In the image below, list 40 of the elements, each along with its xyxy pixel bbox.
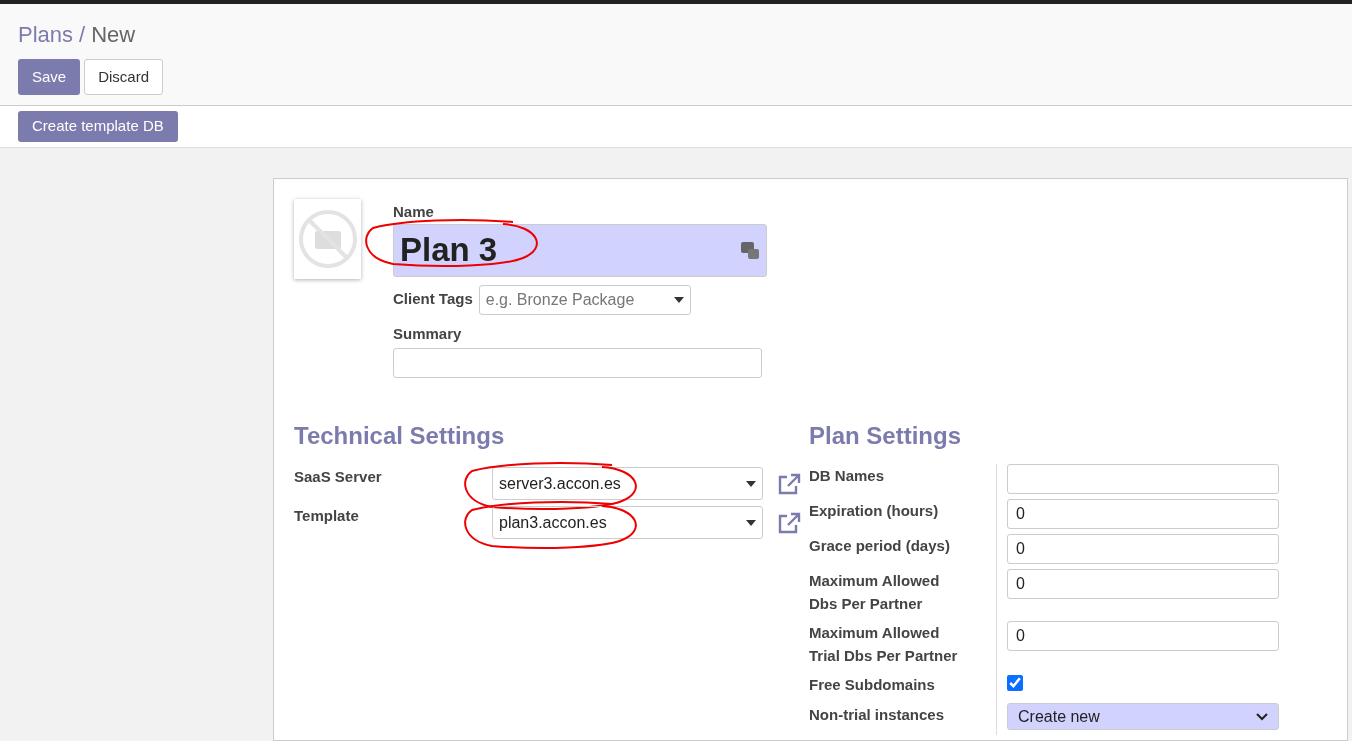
translate-icon[interactable] bbox=[740, 240, 760, 260]
discard-button[interactable]: Discard bbox=[84, 59, 164, 95]
field-label: DB Names bbox=[809, 464, 997, 499]
field-label: Free Subdomains bbox=[809, 673, 997, 703]
field-label: Expiration (hours) bbox=[809, 499, 997, 534]
save-button[interactable]: Save bbox=[18, 59, 81, 95]
section-title: Technical Settings bbox=[294, 421, 506, 451]
breadcrumb-link[interactable]: Plans bbox=[18, 18, 74, 51]
field-label: SaaS Server bbox=[294, 467, 383, 487]
field-label: Grace period (days) bbox=[809, 534, 997, 569]
select-field[interactable]: plan3.accon.es bbox=[492, 506, 763, 539]
field-label: Client Tags bbox=[393, 289, 473, 310]
external-link-icon[interactable] bbox=[777, 511, 801, 534]
field-label: Summary bbox=[393, 323, 463, 344]
field-label: Maximum Allowed Trial Dbs Per Partner bbox=[809, 621, 997, 673]
chevron-down-icon bbox=[1256, 712, 1268, 721]
field-label: Name bbox=[393, 202, 435, 222]
text-input[interactable]: 0 bbox=[1007, 621, 1279, 651]
summary-input[interactable] bbox=[393, 348, 762, 378]
field-label: Non-trial instances bbox=[809, 703, 997, 735]
caret-icon bbox=[746, 480, 756, 487]
select-field[interactable]: server3.accon.es bbox=[492, 467, 763, 500]
checkbox[interactable] bbox=[1007, 675, 1023, 691]
section-title: Plan Settings bbox=[809, 421, 963, 451]
caret-icon bbox=[673, 296, 684, 303]
external-link-icon[interactable] bbox=[777, 472, 801, 495]
breadcrumb-current: New bbox=[91, 21, 136, 49]
select-field[interactable]: Create new bbox=[1007, 703, 1279, 730]
field-label: Template bbox=[294, 506, 360, 526]
name-input[interactable]: Plan 3 bbox=[393, 223, 767, 277]
text-input[interactable]: 0 bbox=[1007, 569, 1279, 599]
text-input[interactable]: 0 bbox=[1007, 499, 1279, 529]
tags-dropdown[interactable]: e.g. Bronze Package bbox=[478, 284, 691, 315]
text-input[interactable]: 0 bbox=[1007, 534, 1279, 564]
create-template-button[interactable]: Create template DB bbox=[18, 111, 178, 142]
text-input[interactable] bbox=[1007, 464, 1279, 494]
no-camera-icon bbox=[297, 209, 358, 269]
breadcrumb-separator: / bbox=[79, 21, 86, 49]
field-label: Maximum Allowed Dbs Per Partner bbox=[809, 569, 997, 621]
caret-icon bbox=[746, 519, 756, 526]
